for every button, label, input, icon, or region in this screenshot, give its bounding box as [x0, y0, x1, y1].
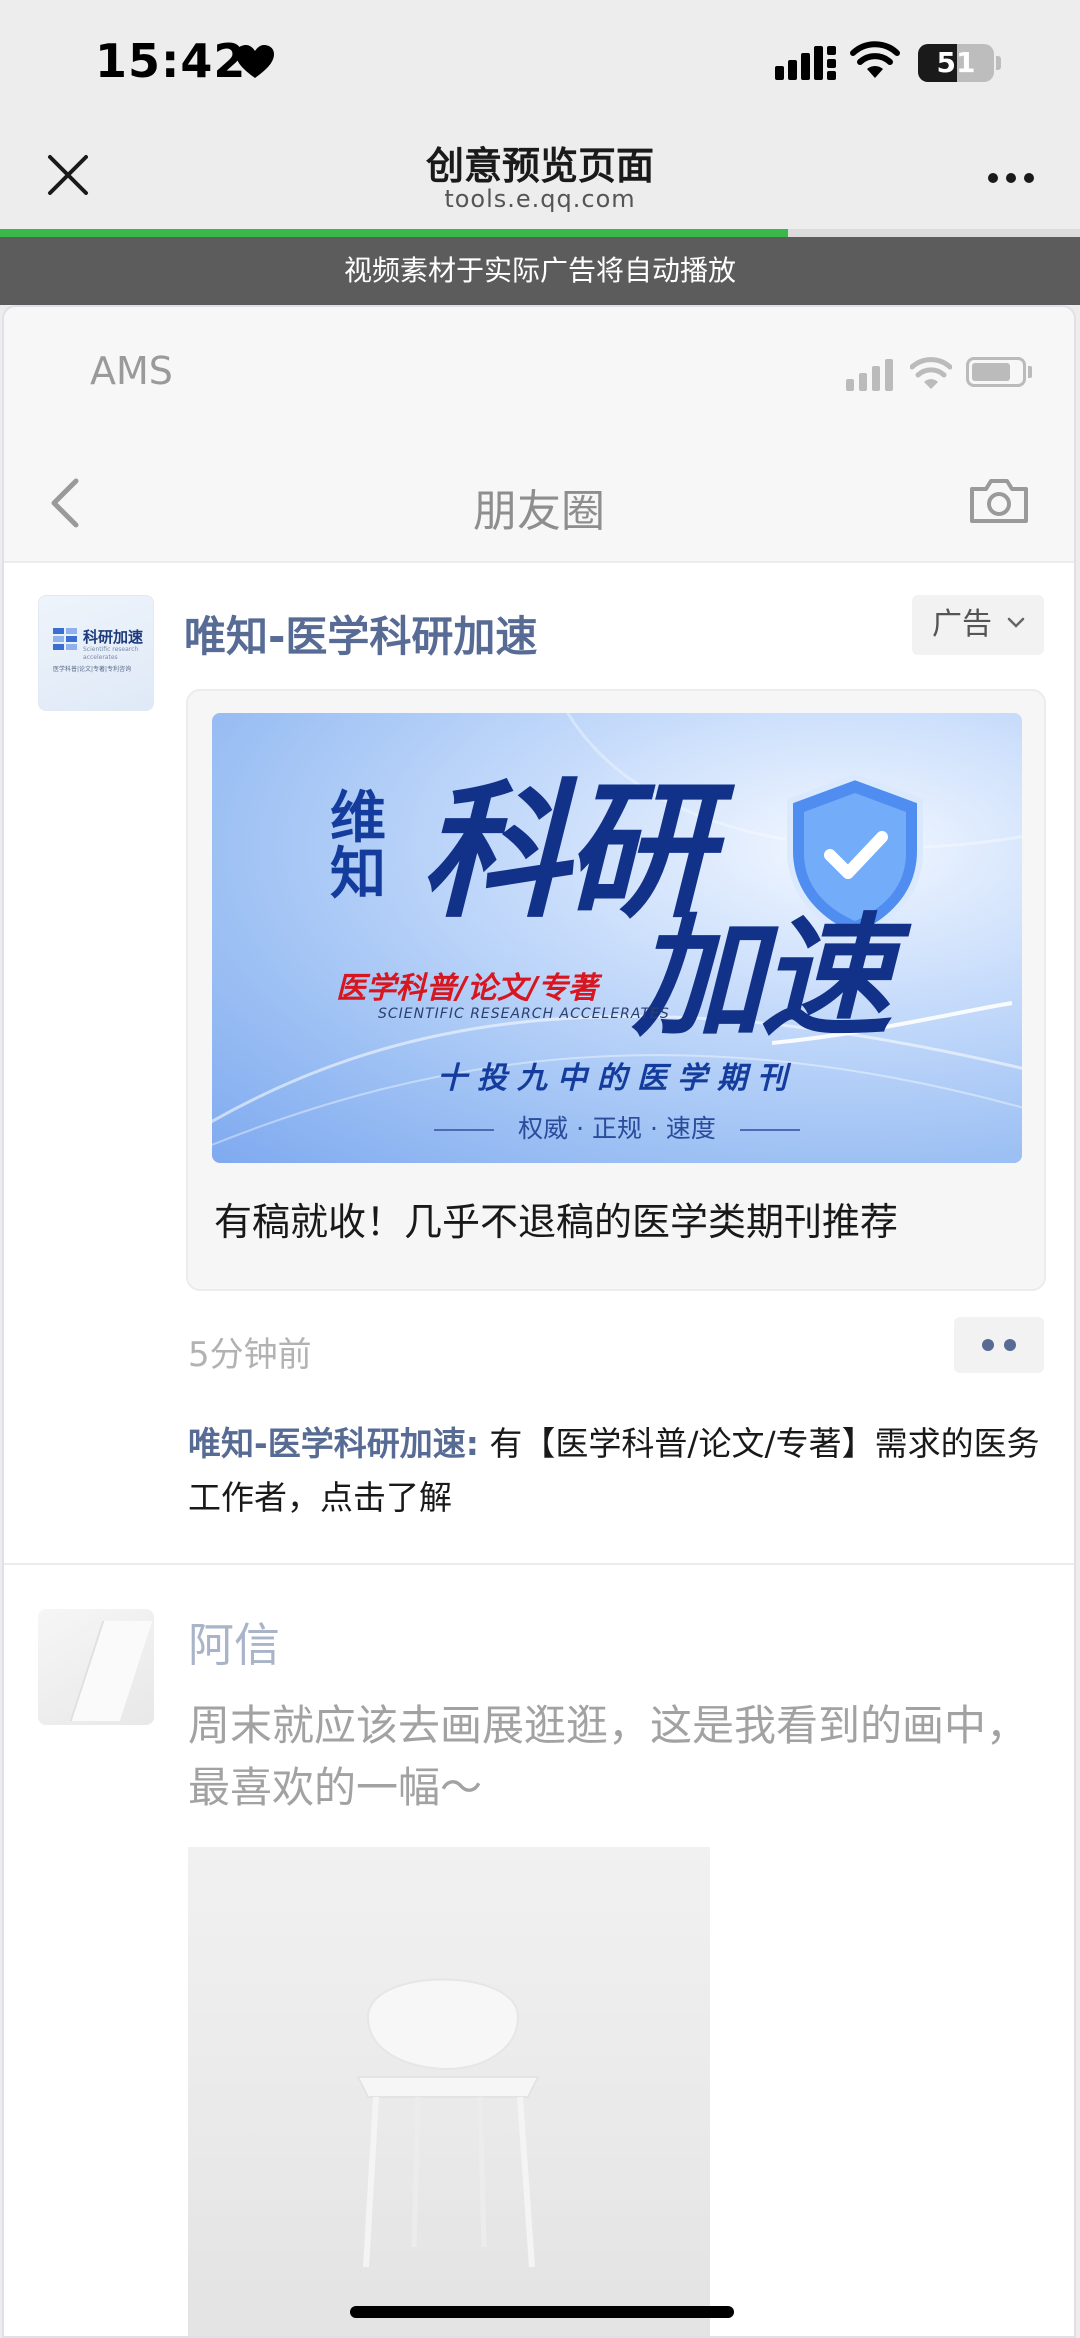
page-title: 创意预览页面	[425, 144, 654, 188]
banner-tagline: 权威 · 正规 · 速度	[212, 1109, 1022, 1145]
ad-card[interactable]: 维知 科研 加速 医学科普/论文/专著 SCIENTIFIC RESEARCH …	[186, 689, 1046, 1291]
load-progress-bar	[0, 229, 1080, 237]
advertiser-name[interactable]: 唯知-医学科研加速	[184, 603, 537, 664]
ad-badge-button[interactable]: 广告	[912, 595, 1044, 655]
banner-slogan: 十投九中的医学期刊	[437, 1061, 797, 1096]
banner-brand-line-2: 加速	[632, 901, 892, 1055]
friend-post-text: 周末就应该去画展逛逛，这是我看到的画中，最喜欢的一幅～	[188, 1701, 1029, 1812]
avatar-logo-tagline: 医学科普|论文|专著|专利咨询	[53, 666, 132, 673]
camera-icon[interactable]	[968, 477, 1030, 525]
battery-nub	[996, 56, 1001, 70]
dot-icon	[982, 1339, 994, 1351]
dot-icon	[1004, 1339, 1016, 1351]
battery-percent: 51	[936, 46, 976, 79]
friend-avatar[interactable]	[38, 1609, 154, 1725]
avatar-logo-title: 科研加速	[83, 628, 144, 646]
battery-indicator: 51	[918, 44, 994, 82]
load-progress-fill	[0, 229, 789, 237]
comment-author[interactable]: 唯知-医学科研加速:	[188, 1424, 479, 1463]
chevron-down-icon	[1007, 617, 1025, 628]
banner-english-text: SCIENTIFIC RESEARCH ACCELERATES	[378, 1006, 670, 1022]
post-actions-button[interactable]	[954, 1317, 1044, 1373]
logo-mark-icon	[53, 628, 77, 650]
ad-comment: 唯知-医学科研加速: 有【医学科普/论文/专著】需求的医务工作者，点击了解	[188, 1417, 1048, 1525]
status-time: 15:42	[95, 34, 247, 88]
ad-badge-label: 广告	[932, 607, 992, 642]
friend-post-photo[interactable]	[188, 1847, 710, 2336]
post-timestamp: 5分钟前	[188, 1335, 312, 1375]
post-divider	[4, 1563, 1074, 1565]
more-options-button[interactable]	[986, 163, 1036, 193]
mock-battery-nub	[1028, 366, 1032, 378]
moments-nav-bar: 朋友圈	[4, 437, 1074, 563]
home-indicator[interactable]	[350, 2306, 734, 2318]
browser-nav-bar: 创意预览页面 tools.e.qq.com	[0, 125, 1080, 229]
status-bar: 15:42 51	[0, 0, 1080, 125]
mock-signal-icon	[846, 359, 893, 391]
mock-battery-icon	[966, 357, 1026, 387]
page-url: tools.e.qq.com	[444, 185, 636, 213]
chair-illustration	[188, 1978, 710, 2336]
mock-status-bar: AMS	[4, 307, 1074, 437]
moments-title: 朋友圈	[473, 486, 605, 537]
autoplay-notice: 视频素材于实际广告将自动播放	[0, 237, 1080, 305]
friend-name[interactable]: 阿信	[188, 1609, 280, 1675]
heart-icon	[236, 45, 274, 78]
mock-wifi-icon	[910, 357, 952, 389]
wifi-icon	[850, 41, 900, 78]
advertiser-avatar[interactable]: 科研加速 Scientific research accelerates 医学科…	[38, 595, 154, 711]
banner-services-text: 医学科普/论文/专著	[336, 971, 598, 1006]
ad-banner-image[interactable]: 维知 科研 加速 医学科普/论文/专著 SCIENTIFIC RESEARCH …	[212, 713, 1022, 1163]
cellular-signal-icon	[775, 46, 836, 80]
ad-headline[interactable]: 有稿就收！几乎不退稿的医学类期刊推荐	[214, 1191, 898, 1246]
avatar-logo-subtitle: Scientific research accelerates	[83, 646, 139, 661]
banner-brand-small: 维知	[330, 786, 386, 907]
preview-frame: AMS 朋友圈 科研加速 Scientific research acceler…	[2, 305, 1076, 2338]
mock-carrier: AMS	[90, 349, 173, 393]
